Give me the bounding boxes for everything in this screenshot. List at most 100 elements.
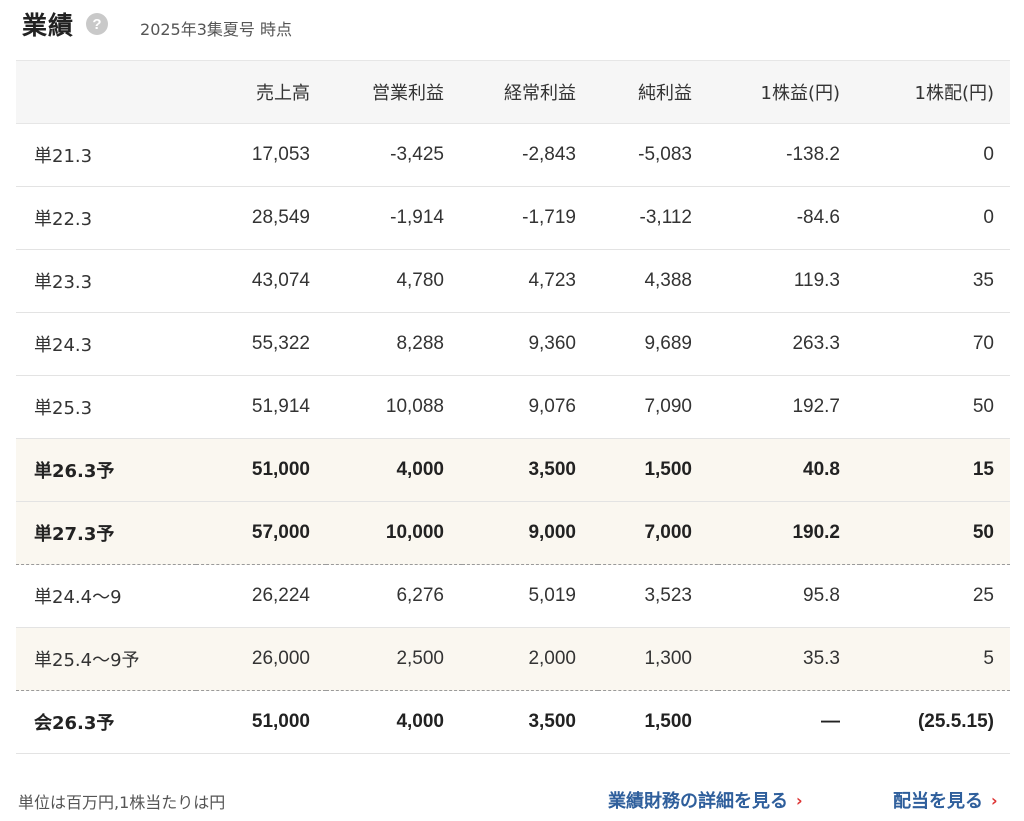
cell-sales: 51,000 (196, 690, 326, 754)
cell-operating-profit: 4,000 (326, 438, 462, 502)
cell-sales: 57,000 (196, 501, 326, 565)
cell-sales: 43,074 (196, 249, 326, 313)
financial-details-link[interactable]: 業績財務の詳細を見る › (608, 787, 803, 813)
row-label: 会26.3予 (16, 690, 196, 754)
cell-eps: 95.8 (718, 564, 860, 628)
cell-operating-profit: 4,000 (326, 690, 462, 754)
table-row: 単24.4～9 26,224 6,276 5,019 3,523 95.8 25 (16, 564, 1010, 628)
cell-net-profit: -3,112 (598, 186, 718, 250)
cell-net-profit: 9,689 (598, 312, 718, 376)
cell-net-profit: 7,000 (598, 501, 718, 565)
cell-eps: 119.3 (718, 249, 860, 313)
cell-sales: 51,914 (196, 375, 326, 439)
column-header-period (16, 60, 196, 124)
column-header-operating-profit: 営業利益 (326, 60, 462, 124)
performance-table: 売上高 営業利益 経常利益 純利益 1株益(円) 1株配(円) 単21.3 17… (16, 60, 1010, 754)
cell-dps: 25 (860, 564, 1010, 628)
column-header-sales: 売上高 (196, 60, 326, 124)
chevron-right-icon: › (991, 790, 998, 810)
section-title: 業績 (22, 11, 75, 40)
table-row: 単24.3 55,322 8,288 9,360 9,689 263.3 70 (16, 312, 1010, 376)
cell-ordinary-profit: -2,843 (462, 123, 598, 187)
table-footer: 単位は百万円,1株当たりは円 業績財務の詳細を見る › 配当を見る › (0, 787, 1024, 813)
cell-net-profit: 4,388 (598, 249, 718, 313)
cell-operating-profit: -1,914 (326, 186, 462, 250)
cell-eps: 40.8 (718, 438, 860, 502)
cell-operating-profit: -3,425 (326, 123, 462, 187)
cell-dps: 0 (860, 123, 1010, 187)
row-label: 単27.3予 (16, 501, 196, 565)
cell-net-profit: -5,083 (598, 123, 718, 187)
column-header-dps: 1株配(円) (860, 60, 1010, 124)
cell-net-profit: 1,500 (598, 438, 718, 502)
dividend-link-label: 配当を見る (893, 791, 983, 812)
table-row-company-forecast: 会26.3予 51,000 4,000 3,500 1,500 — (25.5.… (16, 690, 1010, 754)
cell-net-profit: 7,090 (598, 375, 718, 439)
cell-ordinary-profit: 2,000 (462, 627, 598, 691)
table-row: 単25.3 51,914 10,088 9,076 7,090 192.7 50 (16, 375, 1010, 439)
row-label: 単25.4～9予 (16, 627, 196, 691)
cell-operating-profit: 4,780 (326, 249, 462, 313)
dividend-link[interactable]: 配当を見る › (893, 787, 998, 813)
cell-net-profit: 1,500 (598, 690, 718, 754)
cell-eps: 192.7 (718, 375, 860, 439)
cell-sales: 51,000 (196, 438, 326, 502)
cell-ordinary-profit: 5,019 (462, 564, 598, 628)
financial-details-link-label: 業績財務の詳細を見る (608, 791, 788, 812)
cell-sales: 28,549 (196, 186, 326, 250)
cell-ordinary-profit: 9,360 (462, 312, 598, 376)
cell-dps: 70 (860, 312, 1010, 376)
cell-sales: 26,000 (196, 627, 326, 691)
cell-ordinary-profit: 9,000 (462, 501, 598, 565)
cell-ordinary-profit: -1,719 (462, 186, 598, 250)
table-row-forecast: 単25.4～9予 26,000 2,500 2,000 1,300 35.3 5 (16, 627, 1010, 691)
help-icon[interactable]: ? (86, 13, 109, 35)
row-label: 単26.3予 (16, 438, 196, 502)
table-row: 単23.3 43,074 4,780 4,723 4,388 119.3 35 (16, 249, 1010, 313)
row-label: 単25.3 (16, 375, 196, 439)
table-row-forecast: 単27.3予 57,000 10,000 9,000 7,000 190.2 5… (16, 501, 1010, 565)
cell-dps: 0 (860, 186, 1010, 250)
cell-operating-profit: 10,000 (326, 501, 462, 565)
section-header: 業績 ? 2025年3集夏号 時点 (22, 4, 292, 44)
column-header-net-profit: 純利益 (598, 60, 718, 124)
cell-dps: 15 (860, 438, 1010, 502)
cell-net-profit: 1,300 (598, 627, 718, 691)
cell-dps: 50 (860, 375, 1010, 439)
cell-ordinary-profit: 9,076 (462, 375, 598, 439)
cell-eps: -84.6 (718, 186, 860, 250)
cell-sales: 17,053 (196, 123, 326, 187)
chevron-right-icon: › (796, 790, 803, 810)
cell-operating-profit: 2,500 (326, 627, 462, 691)
cell-eps: 263.3 (718, 312, 860, 376)
cell-eps: -138.2 (718, 123, 860, 187)
cell-ordinary-profit: 3,500 (462, 438, 598, 502)
cell-sales: 26,224 (196, 564, 326, 628)
column-header-ordinary-profit: 経常利益 (462, 60, 598, 124)
cell-net-profit: 3,523 (598, 564, 718, 628)
table-row-forecast: 単26.3予 51,000 4,000 3,500 1,500 40.8 15 (16, 438, 1010, 502)
unit-note: 単位は百万円,1株当たりは円 (18, 793, 226, 812)
cell-eps: 35.3 (718, 627, 860, 691)
cell-dps: 5 (860, 627, 1010, 691)
table-row: 単22.3 28,549 -1,914 -1,719 -3,112 -84.6 … (16, 186, 1010, 250)
as-of-date: 2025年3集夏号 時点 (140, 20, 293, 39)
cell-sales: 55,322 (196, 312, 326, 376)
cell-ordinary-profit: 3,500 (462, 690, 598, 754)
column-header-eps: 1株益(円) (718, 60, 860, 124)
row-label: 単24.4～9 (16, 564, 196, 628)
row-label: 単22.3 (16, 186, 196, 250)
cell-ordinary-profit: 4,723 (462, 249, 598, 313)
cell-dps: (25.5.15) (860, 690, 1010, 754)
table-row: 単21.3 17,053 -3,425 -2,843 -5,083 -138.2… (16, 123, 1010, 187)
cell-dps: 50 (860, 501, 1010, 565)
cell-operating-profit: 6,276 (326, 564, 462, 628)
cell-operating-profit: 8,288 (326, 312, 462, 376)
cell-dps: 35 (860, 249, 1010, 313)
cell-eps: 190.2 (718, 501, 860, 565)
row-label: 単24.3 (16, 312, 196, 376)
cell-operating-profit: 10,088 (326, 375, 462, 439)
table-header-row: 売上高 営業利益 経常利益 純利益 1株益(円) 1株配(円) (16, 60, 1010, 124)
cell-eps: — (718, 690, 860, 754)
row-label: 単21.3 (16, 123, 196, 187)
